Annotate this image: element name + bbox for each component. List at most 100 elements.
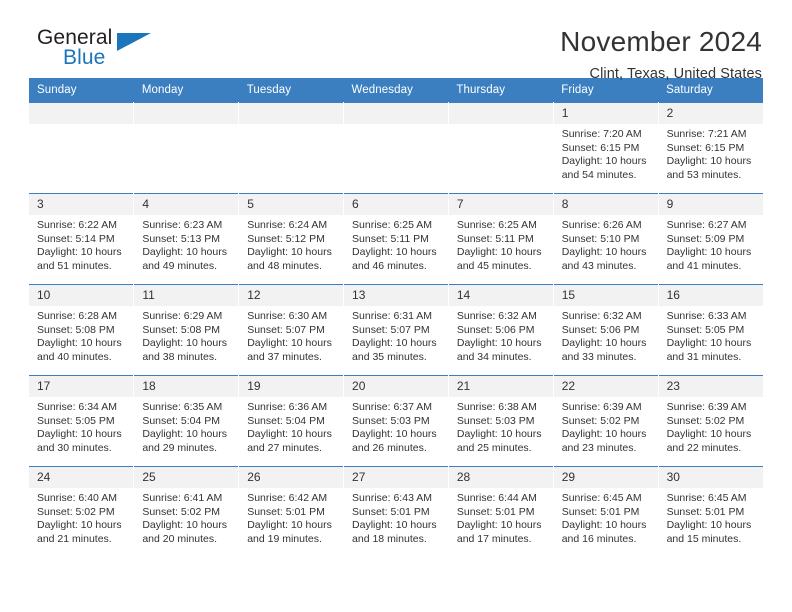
day-number: 27 <box>344 467 448 488</box>
calendar-page: General Blue November 2024 Clint, Texas,… <box>0 0 792 612</box>
sunrise-text: Sunrise: 6:29 AM <box>142 310 223 322</box>
calendar-day-cell[interactable]: 16 Sunrise: 6:33 AM Sunset: 5:05 PM Dayligh… <box>658 284 763 376</box>
day-cell-inner: 4 Sunrise: 6:23 AM Sunset: 5:13 PM Daylight… <box>134 194 239 284</box>
calendar-day-cell[interactable]: 30 Sunrise: 6:45 AM Sunset: 5:01 PM Dayligh… <box>658 466 763 557</box>
calendar-day-cell[interactable]: 21 Sunrise: 6:38 AM Sunset: 5:03 PM Dayligh… <box>448 375 554 467</box>
day-cell-inner: 3 Sunrise: 6:22 AM Sunset: 5:14 PM Daylight… <box>29 194 134 284</box>
day-cell-inner: 15 Sunrise: 6:32 AM Sunset: 5:06 PM Dayligh… <box>553 285 658 375</box>
day-number: 29 <box>553 467 658 488</box>
sunrise-text: Sunrise: 6:25 AM <box>352 219 432 231</box>
day-cell-inner: 2 Sunrise: 7:21 AM Sunset: 6:15 PM Daylight… <box>658 103 763 193</box>
sunset-text: Sunset: 5:04 PM <box>142 414 220 427</box>
sunrise-text: Sunrise: 6:35 AM <box>142 401 223 413</box>
calendar-day-cell[interactable]: 4 Sunrise: 6:23 AM Sunset: 5:13 PM Daylight… <box>133 193 240 285</box>
calendar-day-cell[interactable]: 19 Sunrise: 6:36 AM Sunset: 5:04 PM Dayligh… <box>238 375 345 467</box>
sunrise-text: Sunrise: 6:45 AM <box>666 492 747 504</box>
day-number: 30 <box>658 467 763 488</box>
sunset-text: Sunset: 5:04 PM <box>247 414 325 427</box>
day-number: 9 <box>658 194 763 215</box>
brand-logo[interactable]: General Blue <box>29 26 154 78</box>
calendar-day-cell[interactable]: 27 Sunrise: 6:43 AM Sunset: 5:01 PM Dayligh… <box>343 466 449 557</box>
calendar-day-cell[interactable]: 11 Sunrise: 6:29 AM Sunset: 5:08 PM Dayligh… <box>133 284 240 376</box>
day-number: 3 <box>29 194 134 215</box>
calendar-day-cell[interactable]: 2 Sunrise: 7:21 AM Sunset: 6:15 PM Daylight… <box>658 102 763 194</box>
daylight-text: Daylight: 10 hours and 54 minutes. <box>561 155 647 181</box>
calendar-day-cell[interactable]: 29 Sunrise: 6:45 AM Sunset: 5:01 PM Dayligh… <box>553 466 659 557</box>
sunset-text: Sunset: 5:08 PM <box>142 323 220 336</box>
page-header: General Blue November 2024 Clint, Texas,… <box>29 0 763 82</box>
sunrise-text: Sunrise: 6:39 AM <box>561 401 642 413</box>
day-cell-inner: 9 Sunrise: 6:27 AM Sunset: 5:09 PM Daylight… <box>658 194 763 284</box>
sunrise-text: Sunrise: 6:33 AM <box>666 310 747 322</box>
page-subtitle: Clint, Texas, United States <box>589 66 762 82</box>
day-number <box>448 103 553 124</box>
daylight-text: Daylight: 10 hours and 22 minutes. <box>666 428 752 454</box>
daylight-text: Daylight: 10 hours and 37 minutes. <box>247 337 332 363</box>
calendar-day-cell[interactable]: 9 Sunrise: 6:27 AM Sunset: 5:09 PM Daylight… <box>658 193 763 285</box>
calendar-day-cell[interactable]: 14 Sunrise: 6:32 AM Sunset: 5:06 PM Dayligh… <box>448 284 554 376</box>
calendar-day-cell[interactable]: 28 Sunrise: 6:44 AM Sunset: 5:01 PM Dayligh… <box>448 466 554 557</box>
sunrise-text: Sunrise: 6:42 AM <box>247 492 328 504</box>
sunrise-text: Sunrise: 6:43 AM <box>352 492 432 504</box>
calendar-week-row: 24 Sunrise: 6:40 AM Sunset: 5:02 PM Dayligh… <box>29 466 763 557</box>
day-cell-inner <box>239 103 344 193</box>
day-details: Sunrise: 6:31 AM Sunset: 5:07 PM Daylight:… <box>344 306 448 364</box>
day-details: Sunrise: 6:34 AM Sunset: 5:05 PM Daylight:… <box>29 397 133 455</box>
sunrise-text: Sunrise: 6:25 AM <box>456 219 537 231</box>
sunrise-text: Sunrise: 6:32 AM <box>456 310 537 322</box>
sunset-text: Sunset: 5:01 PM <box>247 505 325 518</box>
sunset-text: Sunset: 6:15 PM <box>561 141 640 154</box>
day-details: Sunrise: 6:27 AM Sunset: 5:09 PM Daylight:… <box>659 215 763 273</box>
day-cell-inner: 1 Sunrise: 7:20 AM Sunset: 6:15 PM Daylight… <box>553 103 658 193</box>
day-number: 22 <box>553 376 658 397</box>
sunset-text: Sunset: 5:01 PM <box>666 505 745 518</box>
daylight-text: Daylight: 10 hours and 23 minutes. <box>561 428 647 454</box>
calendar-day-cell[interactable]: 1 Sunrise: 7:20 AM Sunset: 6:15 PM Daylight… <box>553 102 659 194</box>
day-cell-inner: 16 Sunrise: 6:33 AM Sunset: 5:05 PM Dayligh… <box>658 285 763 375</box>
day-details: Sunrise: 6:41 AM Sunset: 5:02 PM Daylight:… <box>134 488 238 546</box>
calendar-day-cell[interactable]: 25 Sunrise: 6:41 AM Sunset: 5:02 PM Dayligh… <box>133 466 240 557</box>
calendar-day-cell[interactable]: 23 Sunrise: 6:39 AM Sunset: 5:02 PM Dayligh… <box>658 375 763 467</box>
calendar-day-cell[interactable]: 8 Sunrise: 6:26 AM Sunset: 5:10 PM Daylight… <box>553 193 659 285</box>
calendar-day-cell[interactable]: 12 Sunrise: 6:30 AM Sunset: 5:07 PM Dayligh… <box>238 284 345 376</box>
sunrise-text: Sunrise: 6:26 AM <box>561 219 642 231</box>
calendar-day-cell-empty <box>133 102 240 194</box>
sunset-text: Sunset: 5:05 PM <box>666 323 745 336</box>
day-cell-inner: 11 Sunrise: 6:29 AM Sunset: 5:08 PM Dayligh… <box>134 285 239 375</box>
calendar-day-cell[interactable]: 10 Sunrise: 6:28 AM Sunset: 5:08 PM Dayligh… <box>29 284 135 376</box>
day-cell-inner <box>344 103 448 193</box>
day-cell-inner: 20 Sunrise: 6:37 AM Sunset: 5:03 PM Dayligh… <box>344 376 448 466</box>
daylight-text: Daylight: 10 hours and 21 minutes. <box>37 519 122 545</box>
calendar-day-cell[interactable]: 5 Sunrise: 6:24 AM Sunset: 5:12 PM Daylight… <box>238 193 345 285</box>
day-details: Sunrise: 6:37 AM Sunset: 5:03 PM Daylight:… <box>344 397 448 455</box>
calendar-day-cell[interactable]: 26 Sunrise: 6:42 AM Sunset: 5:01 PM Dayligh… <box>238 466 345 557</box>
day-number: 18 <box>134 376 239 397</box>
daylight-text: Daylight: 10 hours and 49 minutes. <box>142 246 227 272</box>
day-cell-inner: 23 Sunrise: 6:39 AM Sunset: 5:02 PM Dayligh… <box>658 376 763 466</box>
daylight-text: Daylight: 10 hours and 30 minutes. <box>37 428 122 454</box>
daylight-text: Daylight: 10 hours and 31 minutes. <box>666 337 752 363</box>
sunrise-text: Sunrise: 6:44 AM <box>456 492 537 504</box>
sunrise-text: Sunrise: 6:34 AM <box>37 401 117 413</box>
day-details: Sunrise: 6:25 AM Sunset: 5:11 PM Daylight:… <box>449 215 553 273</box>
day-number <box>29 103 134 124</box>
calendar-day-cell[interactable]: 17 Sunrise: 6:34 AM Sunset: 5:05 PM Dayligh… <box>29 375 135 467</box>
calendar-body: 1 Sunrise: 7:20 AM Sunset: 6:15 PM Daylight… <box>29 102 763 557</box>
day-cell-inner: 12 Sunrise: 6:30 AM Sunset: 5:07 PM Dayligh… <box>239 285 344 375</box>
calendar-day-cell[interactable]: 20 Sunrise: 6:37 AM Sunset: 5:03 PM Dayligh… <box>343 375 449 467</box>
calendar-day-cell[interactable]: 6 Sunrise: 6:25 AM Sunset: 5:11 PM Daylight… <box>343 193 449 285</box>
day-number: 16 <box>658 285 763 306</box>
calendar-day-cell[interactable]: 7 Sunrise: 6:25 AM Sunset: 5:11 PM Daylight… <box>448 193 554 285</box>
calendar-day-cell[interactable]: 18 Sunrise: 6:35 AM Sunset: 5:04 PM Dayligh… <box>133 375 240 467</box>
calendar-day-cell[interactable]: 13 Sunrise: 6:31 AM Sunset: 5:07 PM Dayligh… <box>343 284 449 376</box>
calendar-day-cell[interactable]: 24 Sunrise: 6:40 AM Sunset: 5:02 PM Dayligh… <box>29 466 135 557</box>
day-number: 1 <box>553 103 658 124</box>
calendar-day-cell[interactable]: 22 Sunrise: 6:39 AM Sunset: 5:02 PM Dayligh… <box>553 375 659 467</box>
day-cell-inner: 10 Sunrise: 6:28 AM Sunset: 5:08 PM Dayligh… <box>29 285 134 375</box>
day-details: Sunrise: 6:38 AM Sunset: 5:03 PM Daylight:… <box>449 397 553 455</box>
day-details: Sunrise: 6:39 AM Sunset: 5:02 PM Daylight:… <box>659 397 763 455</box>
calendar-day-cell[interactable]: 3 Sunrise: 6:22 AM Sunset: 5:14 PM Daylight… <box>29 193 135 285</box>
calendar-day-cell-empty <box>343 102 449 194</box>
day-number: 4 <box>134 194 239 215</box>
calendar-day-cell[interactable]: 15 Sunrise: 6:32 AM Sunset: 5:06 PM Dayligh… <box>553 284 659 376</box>
